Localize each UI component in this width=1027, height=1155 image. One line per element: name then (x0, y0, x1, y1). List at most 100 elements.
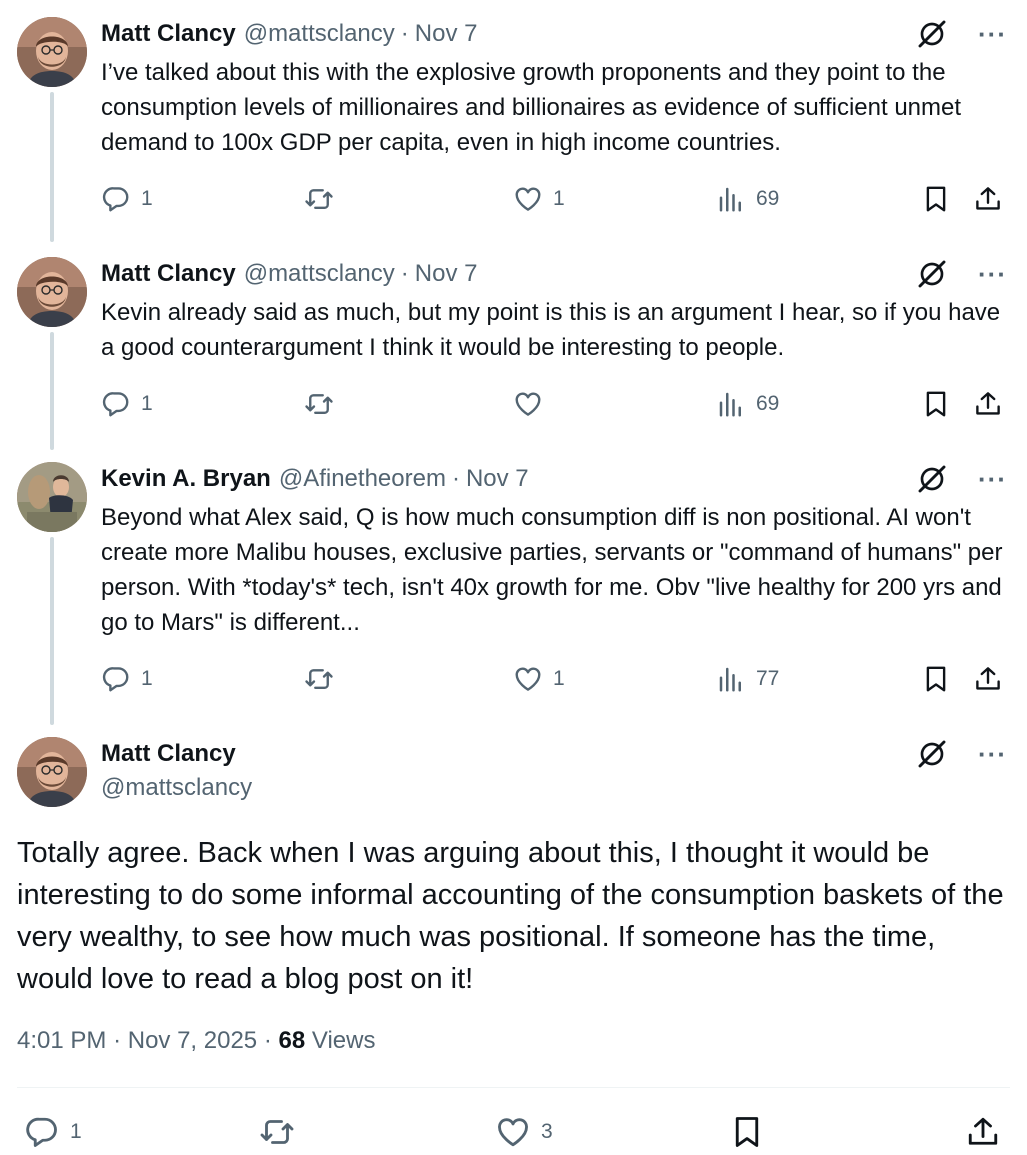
like-button[interactable]: 1 (513, 182, 565, 216)
avatar[interactable] (17, 17, 87, 87)
bookmark-button[interactable] (921, 182, 951, 216)
repost-button[interactable] (304, 182, 344, 216)
like-count: 1 (553, 667, 565, 690)
repost-icon (304, 389, 334, 419)
reply-count: 1 (141, 392, 153, 415)
bookmark-icon (921, 389, 951, 419)
share-button[interactable] (973, 662, 1003, 696)
reply-count: 1 (141, 667, 153, 690)
repost-icon (304, 184, 334, 214)
action-bar: 1 1 69 (101, 182, 1009, 216)
views-button[interactable]: 69 (716, 182, 779, 216)
reply-button[interactable]: 1 (24, 1112, 82, 1152)
repost-icon (304, 664, 334, 694)
bookmark-button[interactable] (921, 387, 951, 421)
share-icon (965, 1114, 1001, 1150)
reply-icon (24, 1114, 60, 1150)
author-handle[interactable]: @Afinetheorem (279, 465, 446, 493)
grok-icon[interactable] (916, 463, 948, 495)
tweet-time[interactable]: 4:01 PM (17, 1027, 106, 1054)
reply-icon (101, 664, 131, 694)
tweet-header: Matt Clancy @mattsclancy · Nov 7 (101, 257, 477, 291)
tweet-date[interactable]: Nov 7 (415, 20, 478, 48)
views-button[interactable]: 69 (716, 387, 779, 421)
tweet-text: Kevin already said as much, but my point… (101, 299, 1001, 361)
share-button[interactable] (973, 182, 1003, 216)
grok-icon[interactable] (916, 18, 948, 50)
avatar[interactable] (17, 462, 87, 532)
heart-icon (513, 389, 543, 419)
repost-button[interactable] (304, 387, 344, 421)
author-name[interactable]: Matt Clancy (101, 20, 236, 48)
more-icon[interactable]: ··· (978, 741, 1007, 767)
views-count: 69 (756, 392, 780, 415)
divider (17, 1087, 1010, 1088)
reply-button[interactable]: 1 (101, 387, 153, 421)
reply-button[interactable]: 1 (101, 662, 153, 696)
author-handle[interactable]: @mattsclancy (101, 771, 252, 805)
more-icon[interactable]: ··· (978, 261, 1007, 287)
like-button[interactable] (513, 387, 553, 421)
tweet-date[interactable]: Nov 7 (466, 465, 529, 493)
avatar[interactable] (17, 257, 87, 327)
heart-icon (495, 1114, 531, 1150)
tweet-text: I’ve talked about this with the explosiv… (101, 59, 962, 156)
tweet-header: Matt Clancy @mattsclancy · Nov 7 (101, 17, 477, 51)
tweet-meta: 4:01 PM · Nov 7, 2025 · 68 Views (17, 1027, 375, 1055)
views-count: 68 (278, 1027, 306, 1054)
more-icon[interactable]: ··· (978, 466, 1007, 492)
grok-icon[interactable] (916, 258, 948, 290)
separator: · (400, 260, 409, 287)
reply-button[interactable]: 1 (101, 182, 153, 216)
like-button[interactable]: 3 (495, 1112, 553, 1152)
bookmark-button[interactable] (921, 662, 951, 696)
heart-icon (513, 184, 543, 214)
share-button[interactable] (965, 1112, 1001, 1152)
repost-button[interactable] (304, 662, 344, 696)
thread-tweet[interactable]: Matt Clancy @mattsclancy · Nov 7 ··· I’v… (0, 17, 1027, 227)
author-name[interactable]: Matt Clancy (101, 260, 236, 288)
thread-tweet[interactable]: Kevin A. Bryan @Afinetheorem · Nov 7 ···… (0, 462, 1027, 712)
views-button[interactable]: 77 (716, 662, 779, 696)
reply-icon (101, 184, 131, 214)
tweet-date[interactable]: Nov 7 (415, 260, 478, 288)
like-count: 3 (541, 1120, 553, 1143)
tweet-header: Kevin A. Bryan @Afinetheorem · Nov 7 (101, 462, 529, 496)
avatar[interactable] (17, 737, 87, 807)
separator: · (263, 1027, 272, 1054)
author-handle[interactable]: @mattsclancy (244, 260, 395, 288)
author-name[interactable]: Kevin A. Bryan (101, 465, 271, 493)
main-tweet: Matt Clancy @mattsclancy ··· Totally agr… (0, 737, 1027, 1155)
separator: · (400, 20, 409, 47)
bookmark-icon (921, 664, 951, 694)
author-name[interactable]: Matt Clancy (101, 737, 252, 771)
share-icon (973, 664, 1003, 694)
tweet-text: Totally agree. Back when I was arguing a… (17, 837, 1004, 995)
views-icon (716, 184, 746, 214)
grok-icon[interactable] (916, 738, 948, 770)
reply-icon (101, 389, 131, 419)
tweet-date[interactable]: Nov 7, 2025 (128, 1027, 257, 1054)
tweet-text: Beyond what Alex said, Q is how much con… (101, 504, 1003, 636)
author-handle[interactable]: @mattsclancy (244, 20, 395, 48)
reply-count: 1 (141, 187, 153, 210)
like-button[interactable]: 1 (513, 662, 565, 696)
share-button[interactable] (973, 387, 1003, 421)
views-count: 77 (756, 667, 780, 690)
action-bar: 1 1 77 (101, 662, 1009, 696)
more-icon[interactable]: ··· (978, 21, 1007, 47)
share-icon (973, 389, 1003, 419)
like-count: 1 (553, 187, 565, 210)
action-bar: 1 3 (17, 1112, 1010, 1152)
separator: · (451, 465, 460, 492)
repost-button[interactable] (259, 1112, 305, 1152)
views-icon (716, 389, 746, 419)
views-label: Views (311, 1027, 376, 1054)
bookmark-icon (921, 184, 951, 214)
bookmark-button[interactable] (729, 1112, 765, 1152)
views-icon (716, 664, 746, 694)
action-bar: 1 69 (101, 387, 1009, 421)
bookmark-icon (729, 1114, 765, 1150)
separator: · (113, 1027, 122, 1054)
thread-tweet[interactable]: Matt Clancy @mattsclancy · Nov 7 ··· Kev… (0, 257, 1027, 437)
